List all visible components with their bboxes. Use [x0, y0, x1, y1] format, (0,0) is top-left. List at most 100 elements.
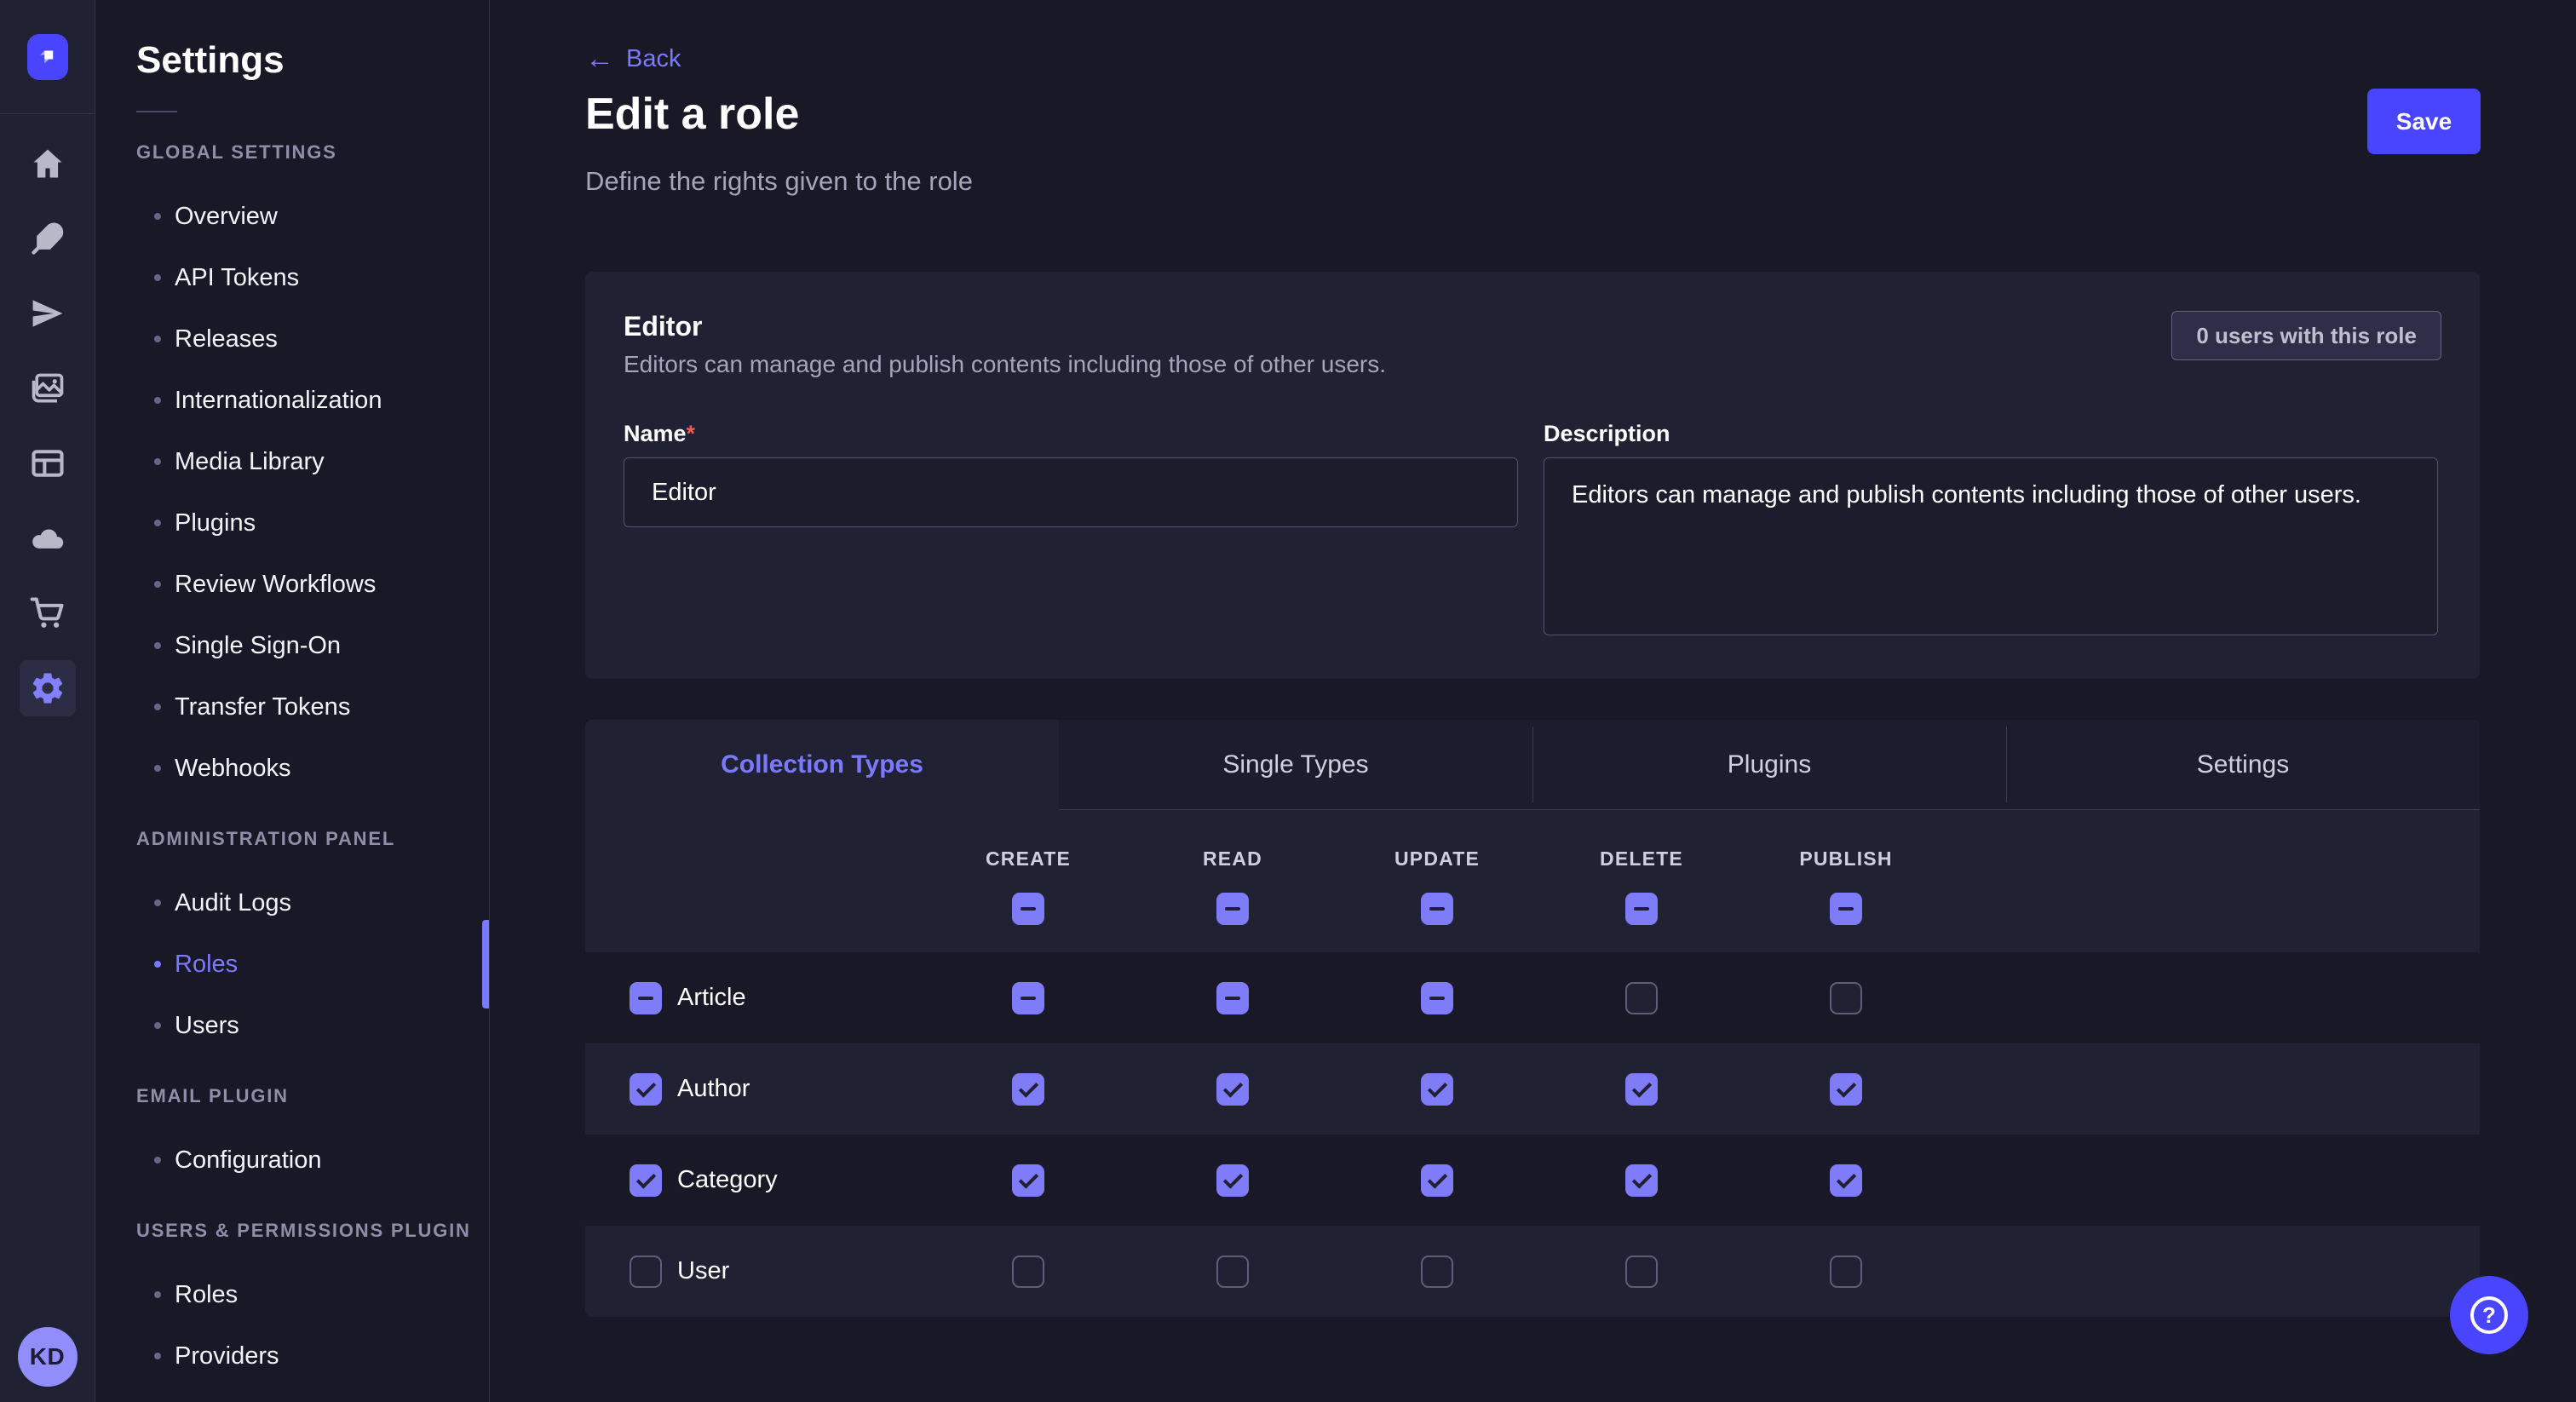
tab-plugins[interactable]: Plugins: [1532, 720, 2006, 810]
cloud-icon[interactable]: [10, 501, 85, 576]
name-input[interactable]: [624, 457, 1518, 527]
select-all-delete-checkbox[interactable]: [1625, 893, 1658, 925]
sidebar-item-audit-logs[interactable]: Audit Logs: [95, 872, 489, 934]
gear-icon[interactable]: [10, 651, 85, 726]
author-create-checkbox[interactable]: [1012, 1073, 1044, 1106]
role-details-card: Editor Editors can manage and publish co…: [585, 272, 2480, 679]
description-textarea[interactable]: Editors can manage and publish contents …: [1544, 457, 2438, 635]
table-row-author: Author: [585, 1043, 2480, 1135]
sidebar-item-webhooks[interactable]: Webhooks: [95, 738, 489, 799]
author-read-checkbox[interactable]: [1216, 1073, 1249, 1106]
permissions-card: Collection Types Single Types Plugins Se…: [585, 720, 2480, 1317]
back-arrow-icon: ←: [585, 44, 614, 73]
administration-panel-list: Audit Logs Roles Users: [95, 872, 489, 1056]
row-select-user-checkbox[interactable]: [630, 1255, 662, 1288]
bullet-icon: [154, 961, 161, 968]
bullet-icon: [154, 336, 161, 342]
user-update-checkbox[interactable]: [1421, 1255, 1453, 1288]
page-title: Edit a role: [585, 89, 799, 140]
sidebar-item-configuration[interactable]: Configuration: [95, 1129, 489, 1191]
article-create-checkbox[interactable]: [1012, 982, 1044, 1014]
category-create-checkbox[interactable]: [1012, 1164, 1044, 1197]
sidebar-item-plugins[interactable]: Plugins: [95, 492, 489, 554]
feather-icon[interactable]: [10, 201, 85, 276]
tab-collection-types[interactable]: Collection Types: [585, 720, 1059, 810]
tab-settings[interactable]: Settings: [2006, 720, 2480, 810]
bullet-icon: [154, 397, 161, 404]
user-delete-checkbox[interactable]: [1625, 1255, 1658, 1288]
section-email-plugin: EMAIL PLUGIN: [136, 1085, 489, 1107]
select-all-read-checkbox[interactable]: [1216, 893, 1249, 925]
sidebar-item-internationalization[interactable]: Internationalization: [95, 370, 489, 431]
role-description-text: Editors can manage and publish contents …: [624, 351, 1386, 378]
select-all-create-checkbox[interactable]: [1012, 893, 1044, 925]
column-header-update: UPDATE: [1394, 848, 1480, 871]
user-avatar[interactable]: KD: [18, 1327, 78, 1387]
sidebar-item-up-roles[interactable]: Roles: [95, 1264, 489, 1325]
user-read-checkbox[interactable]: [1216, 1255, 1249, 1288]
rail-icon-list: [10, 126, 85, 726]
bullet-icon: [154, 1291, 161, 1298]
bullet-icon: [154, 765, 161, 772]
sidebar-item-users[interactable]: Users: [95, 995, 489, 1056]
permissions-header-row: CREATE READ UPDATE DELETE PUBLISH: [585, 810, 2480, 952]
logo-section: [0, 0, 95, 114]
bullet-icon: [154, 1157, 161, 1164]
description-field-label: Description: [1544, 421, 2438, 447]
strapi-logo-icon[interactable]: [27, 34, 68, 80]
user-publish-checkbox[interactable]: [1830, 1255, 1862, 1288]
required-asterisk: *: [687, 421, 696, 446]
sidebar-item-up-providers[interactable]: Providers: [95, 1325, 489, 1387]
article-publish-checkbox[interactable]: [1830, 982, 1862, 1014]
select-all-publish-checkbox[interactable]: [1830, 893, 1862, 925]
row-select-category-checkbox[interactable]: [630, 1164, 662, 1197]
users-with-role-badge[interactable]: 0 users with this role: [2171, 311, 2441, 360]
bullet-icon: [154, 899, 161, 906]
row-label: User: [677, 1257, 729, 1285]
sidebar-item-releases[interactable]: Releases: [95, 308, 489, 370]
category-read-checkbox[interactable]: [1216, 1164, 1249, 1197]
question-mark-icon: ?: [2470, 1296, 2508, 1334]
bullet-icon: [154, 704, 161, 710]
cart-icon[interactable]: [10, 576, 85, 651]
category-delete-checkbox[interactable]: [1625, 1164, 1658, 1197]
sidebar-item-transfer-tokens[interactable]: Transfer Tokens: [95, 676, 489, 738]
table-row-category: Category: [585, 1135, 2480, 1226]
article-delete-checkbox[interactable]: [1625, 982, 1658, 1014]
users-permissions-list: Roles Providers: [95, 1264, 489, 1387]
category-publish-checkbox[interactable]: [1830, 1164, 1862, 1197]
author-delete-checkbox[interactable]: [1625, 1073, 1658, 1106]
page-subtitle: Define the rights given to the role: [585, 166, 2481, 197]
sidebar-item-review-workflows[interactable]: Review Workflows: [95, 554, 489, 615]
layout-icon[interactable]: [10, 426, 85, 501]
section-users-permissions-plugin: USERS & PERMISSIONS PLUGIN: [136, 1220, 489, 1242]
help-button[interactable]: ?: [2450, 1276, 2528, 1354]
permissions-tabs: Collection Types Single Types Plugins Se…: [585, 720, 2480, 810]
bullet-icon: [154, 581, 161, 588]
row-select-article-checkbox[interactable]: [630, 982, 662, 1014]
back-link[interactable]: ← Back: [585, 44, 681, 73]
article-update-checkbox[interactable]: [1421, 982, 1453, 1014]
paper-plane-icon[interactable]: [10, 276, 85, 351]
sidebar-item-single-sign-on[interactable]: Single Sign-On: [95, 615, 489, 676]
home-icon[interactable]: [10, 126, 85, 201]
tab-single-types[interactable]: Single Types: [1059, 720, 1532, 810]
select-all-update-checkbox[interactable]: [1421, 893, 1453, 925]
sidebar-item-roles-active[interactable]: Roles: [95, 934, 489, 995]
row-label: Category: [677, 1166, 778, 1194]
user-create-checkbox[interactable]: [1012, 1255, 1044, 1288]
column-header-publish: PUBLISH: [1799, 848, 1892, 871]
save-button[interactable]: Save: [2367, 89, 2481, 154]
article-read-checkbox[interactable]: [1216, 982, 1249, 1014]
category-update-checkbox[interactable]: [1421, 1164, 1453, 1197]
author-publish-checkbox[interactable]: [1830, 1073, 1862, 1106]
sidebar-item-overview[interactable]: Overview: [95, 186, 489, 247]
table-row-article: Article: [585, 952, 2480, 1043]
row-select-author-checkbox[interactable]: [630, 1073, 662, 1106]
column-header-read: READ: [1203, 848, 1262, 871]
sidebar-item-media-library[interactable]: Media Library: [95, 431, 489, 492]
author-update-checkbox[interactable]: [1421, 1073, 1453, 1106]
sidebar-item-api-tokens[interactable]: API Tokens: [95, 247, 489, 308]
sidebar-title: Settings: [136, 39, 489, 82]
media-library-icon[interactable]: [10, 351, 85, 426]
